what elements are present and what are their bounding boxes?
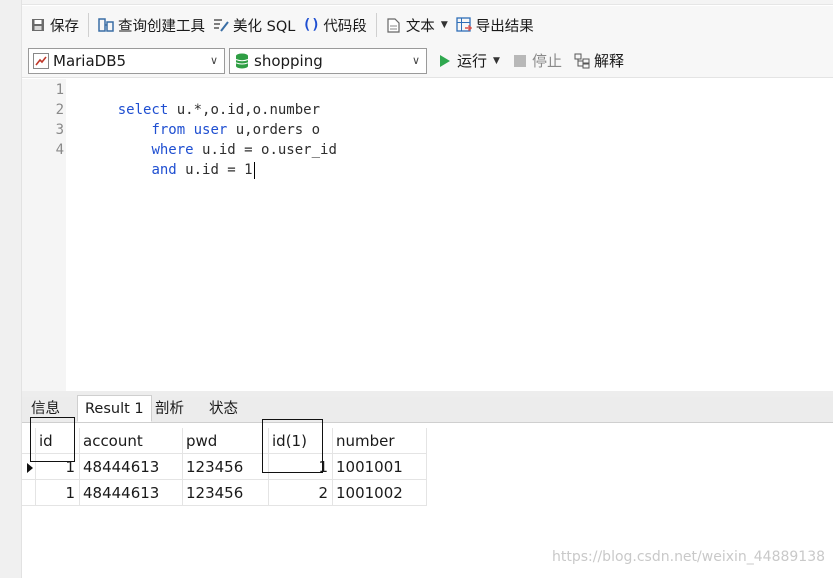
line-number: 3 bbox=[55, 122, 64, 138]
save-button[interactable]: 保存 bbox=[26, 12, 83, 38]
column-header[interactable]: pwd bbox=[183, 428, 269, 454]
row-header[interactable] bbox=[22, 480, 36, 506]
window-top-edge bbox=[22, 0, 833, 5]
table-row[interactable]: 1 48444613 123456 1 1001001 bbox=[22, 454, 427, 480]
connection-select[interactable]: MariaDB5 ∨ bbox=[28, 47, 225, 74]
watermark: https://blog.csdn.net/weixin_44889138 bbox=[552, 549, 826, 565]
text-mode-button[interactable]: 文本 ▼ bbox=[382, 12, 452, 38]
beautify-sql-button[interactable]: 美化 SQL bbox=[209, 12, 299, 38]
sql-indent bbox=[118, 162, 152, 178]
table-cell[interactable]: 123456 bbox=[183, 480, 269, 506]
explain-button[interactable]: 解释 bbox=[568, 48, 630, 74]
sql-keyword: and bbox=[151, 162, 177, 178]
explain-label: 解释 bbox=[593, 52, 624, 70]
table-cell[interactable]: 2 bbox=[269, 480, 333, 506]
sql-editor[interactable]: 1 2 3 4 select u.*,o.id,o.number from us… bbox=[22, 79, 833, 391]
code-snippet-label: 代码段 bbox=[323, 18, 367, 35]
play-icon bbox=[437, 53, 453, 69]
code-snippet-icon: () bbox=[302, 17, 321, 33]
annotation-box bbox=[30, 417, 75, 462]
grid-header-row: id account pwd id(1) number bbox=[22, 428, 427, 454]
explain-icon bbox=[574, 53, 590, 69]
line-number: 2 bbox=[55, 102, 64, 118]
connection-bar: MariaDB5 ∨ shopping ∨ 运行 ▼ 停止 解释 bbox=[22, 44, 833, 78]
sql-text: u.id = 1 bbox=[176, 162, 253, 178]
toolbar-separator bbox=[88, 13, 89, 37]
tab-status[interactable]: 状态 bbox=[202, 397, 245, 423]
database-value: shopping bbox=[254, 51, 323, 70]
table-row[interactable]: 1 48444613 123456 2 1001002 bbox=[22, 480, 427, 506]
table-cell[interactable]: 48444613 bbox=[80, 480, 183, 506]
tab-profile[interactable]: 剖析 bbox=[148, 397, 191, 423]
current-row-marker-icon bbox=[27, 463, 33, 473]
editor-toolbar: 保存 查询创建工具 美化 SQL () 代码段 文本 ▼ 导出结果 bbox=[22, 6, 833, 44]
chevron-down-icon: ▼ bbox=[493, 55, 500, 66]
chevron-down-icon: ∨ bbox=[209, 53, 218, 67]
connection-icon bbox=[33, 52, 49, 69]
connection-value: MariaDB5 bbox=[53, 51, 127, 70]
query-builder-button[interactable]: 查询创建工具 bbox=[94, 12, 209, 38]
line-number: 1 bbox=[55, 82, 64, 98]
stop-label: 停止 bbox=[531, 52, 562, 70]
document-icon bbox=[386, 17, 402, 33]
line-number: 4 bbox=[55, 142, 64, 158]
result-tabs: 信息 Result 1 剖析 状态 bbox=[22, 395, 833, 423]
beautify-icon bbox=[213, 17, 229, 33]
table-cell[interactable]: 1001001 bbox=[333, 454, 427, 480]
beautify-sql-label: 美化 SQL bbox=[233, 18, 296, 35]
run-label: 运行 bbox=[457, 52, 488, 70]
run-button[interactable]: 运行 ▼ bbox=[431, 48, 506, 74]
table-cell[interactable]: 1001002 bbox=[333, 480, 427, 506]
table-cell[interactable]: 1 bbox=[36, 480, 80, 506]
save-icon bbox=[30, 17, 46, 33]
export-result-label: 导出结果 bbox=[475, 18, 534, 35]
toolbar-separator bbox=[375, 13, 377, 37]
database-icon bbox=[234, 53, 250, 69]
table-cell[interactable]: 123456 bbox=[183, 454, 269, 480]
tab-result-1[interactable]: Result 1 bbox=[77, 395, 152, 422]
stop-button[interactable]: 停止 bbox=[506, 48, 568, 74]
query-builder-icon bbox=[98, 17, 114, 33]
text-mode-label: 文本 bbox=[405, 18, 435, 35]
left-panel-edge bbox=[0, 0, 22, 578]
code-snippet-button[interactable]: () 代码段 bbox=[299, 12, 371, 38]
stop-icon bbox=[512, 53, 528, 69]
code-line: and u.id = 1 bbox=[84, 140, 255, 200]
line-number-gutter: 1 2 3 4 bbox=[22, 79, 66, 391]
chevron-down-icon: ▼ bbox=[440, 20, 448, 30]
text-cursor bbox=[253, 161, 255, 179]
column-header[interactable]: number bbox=[333, 428, 427, 454]
export-icon bbox=[456, 17, 472, 33]
annotation-box bbox=[262, 419, 323, 473]
table-cell[interactable]: 48444613 bbox=[80, 454, 183, 480]
chevron-down-icon: ∨ bbox=[411, 53, 420, 67]
export-result-button[interactable]: 导出结果 bbox=[452, 12, 538, 38]
save-label: 保存 bbox=[50, 18, 79, 35]
database-select[interactable]: shopping ∨ bbox=[229, 47, 427, 74]
query-builder-label: 查询创建工具 bbox=[118, 18, 205, 35]
column-header[interactable]: account bbox=[80, 428, 183, 454]
